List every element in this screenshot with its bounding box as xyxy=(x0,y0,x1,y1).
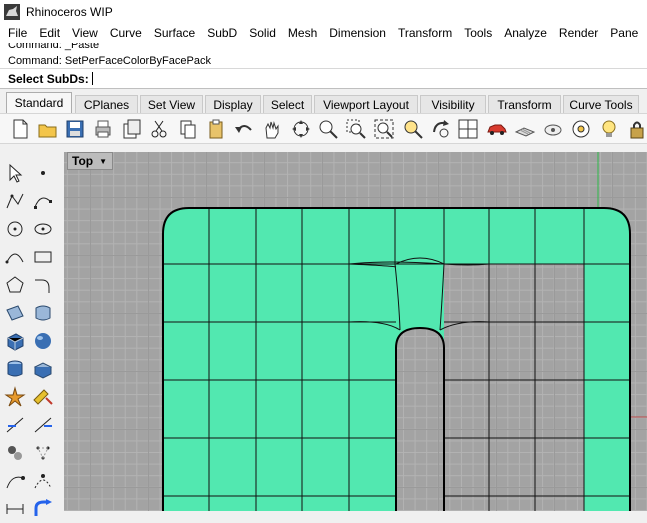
named-cplane-icon[interactable] xyxy=(514,118,536,140)
rotate-view-icon[interactable] xyxy=(290,118,312,140)
top-viewport[interactable]: Top ▼ xyxy=(64,152,647,511)
box-icon[interactable] xyxy=(4,330,26,352)
group-icon[interactable] xyxy=(4,442,26,464)
command-prompt[interactable]: Select SubDs: xyxy=(0,68,647,89)
menu-curve[interactable]: Curve xyxy=(104,23,148,43)
viewport-canvas[interactable] xyxy=(64,152,647,511)
curve-icon[interactable] xyxy=(32,190,54,212)
light-icon[interactable] xyxy=(598,118,620,140)
menu-transform[interactable]: Transform xyxy=(392,23,458,43)
viewport-title: Top xyxy=(72,154,94,168)
viewport-title-tab[interactable]: Top ▼ xyxy=(67,152,113,170)
transform-icon[interactable] xyxy=(32,498,54,520)
command-history-line: Command: SetPerFaceColorByFacePack xyxy=(8,55,211,67)
cylinder-icon[interactable] xyxy=(4,358,26,380)
extrude-icon[interactable] xyxy=(32,358,54,380)
polyline-icon[interactable] xyxy=(4,190,26,212)
toolbar-tabs: Standard CPlanes Set View Display Select View… xyxy=(0,92,647,113)
menu-dimension[interactable]: Dimension xyxy=(323,23,392,43)
print-icon[interactable] xyxy=(92,118,114,140)
tab-set-view[interactable]: Set View xyxy=(140,95,203,113)
command-history-line: Command: _Paste xyxy=(8,43,100,51)
loft-icon[interactable] xyxy=(32,302,54,324)
tab-standard[interactable]: Standard xyxy=(6,92,72,113)
cut-icon[interactable] xyxy=(148,118,170,140)
open-icon[interactable] xyxy=(37,118,59,140)
menu-edit[interactable]: Edit xyxy=(33,23,66,43)
standard-toolbar xyxy=(0,113,647,144)
cplane-icon[interactable] xyxy=(542,118,564,140)
command-prompt-label: Select SubDs: xyxy=(8,71,89,86)
car-icon[interactable] xyxy=(486,118,508,140)
boolean-icon[interactable] xyxy=(32,386,54,408)
lock-icon[interactable] xyxy=(626,118,647,140)
window-title: Rhinoceros WIP xyxy=(26,4,113,19)
zoom-window-icon[interactable] xyxy=(345,118,367,140)
command-history: Command: _Paste Command: SetPerFaceColor… xyxy=(0,43,647,68)
trim-icon[interactable] xyxy=(4,414,26,436)
chevron-down-icon[interactable]: ▼ xyxy=(99,157,107,166)
select-icon[interactable] xyxy=(4,162,26,184)
copy-icon[interactable] xyxy=(177,118,199,140)
rotate-icon[interactable] xyxy=(430,118,452,140)
tab-transform[interactable]: Transform xyxy=(488,95,561,113)
tab-select[interactable]: Select xyxy=(263,95,312,113)
menu-analyze[interactable]: Analyze xyxy=(498,23,553,43)
save-icon[interactable] xyxy=(64,118,86,140)
subd-edge xyxy=(439,321,490,331)
point-icon[interactable] xyxy=(32,162,54,184)
tab-display[interactable]: Display xyxy=(205,95,261,113)
menu-file[interactable]: File xyxy=(0,23,33,43)
rhino-app-icon xyxy=(4,3,20,20)
fillet-curve-icon[interactable] xyxy=(32,274,54,296)
sphere-icon[interactable] xyxy=(32,330,54,352)
menu-tools[interactable]: Tools xyxy=(458,23,498,43)
title-bar: Rhinoceros WIP xyxy=(0,0,647,23)
rectangle-icon[interactable] xyxy=(32,246,54,268)
ellipse-icon[interactable] xyxy=(32,218,54,240)
menu-bar: File Edit View Curve Surface SubD Solid Mesh Dim… xyxy=(0,23,647,43)
tab-curve-tools[interactable]: Curve Tools xyxy=(563,95,639,113)
menu-surface[interactable]: Surface xyxy=(148,23,201,43)
new-icon[interactable] xyxy=(9,118,31,140)
osnap-icon[interactable] xyxy=(570,118,592,140)
zoom-dynamic-icon[interactable] xyxy=(317,118,339,140)
menu-view[interactable]: View xyxy=(66,23,104,43)
edit-points-icon[interactable] xyxy=(32,470,54,492)
zoom-extents-icon[interactable] xyxy=(373,118,395,140)
menu-solid[interactable]: Solid xyxy=(243,23,282,43)
arc-icon[interactable] xyxy=(4,246,26,268)
curve-tools-icon[interactable] xyxy=(4,470,26,492)
menu-pane[interactable]: Pane xyxy=(604,23,644,43)
pan-icon[interactable] xyxy=(260,118,282,140)
left-toolbar xyxy=(0,158,64,516)
tab-viewport-layout[interactable]: Viewport Layout xyxy=(314,95,418,113)
menu-subd[interactable]: SubD xyxy=(201,23,243,43)
menu-render[interactable]: Render xyxy=(553,23,604,43)
four-viewports-icon[interactable] xyxy=(457,118,479,140)
polygon-icon[interactable] xyxy=(4,274,26,296)
points-icon[interactable] xyxy=(32,442,54,464)
explode-icon[interactable] xyxy=(4,386,26,408)
zoom-selected-icon[interactable] xyxy=(402,118,424,140)
command-input[interactable] xyxy=(91,72,93,85)
menu-mesh[interactable]: Mesh xyxy=(282,23,323,43)
split-icon[interactable] xyxy=(32,414,54,436)
dimension-icon[interactable] xyxy=(4,498,26,520)
tab-visibility[interactable]: Visibility xyxy=(420,95,486,113)
tab-cplanes[interactable]: CPlanes xyxy=(75,95,138,113)
paste-icon[interactable] xyxy=(205,118,227,140)
import-icon[interactable] xyxy=(121,118,143,140)
undo-icon[interactable] xyxy=(233,118,255,140)
circle-icon[interactable] xyxy=(4,218,26,240)
surface-icon[interactable] xyxy=(4,302,26,324)
